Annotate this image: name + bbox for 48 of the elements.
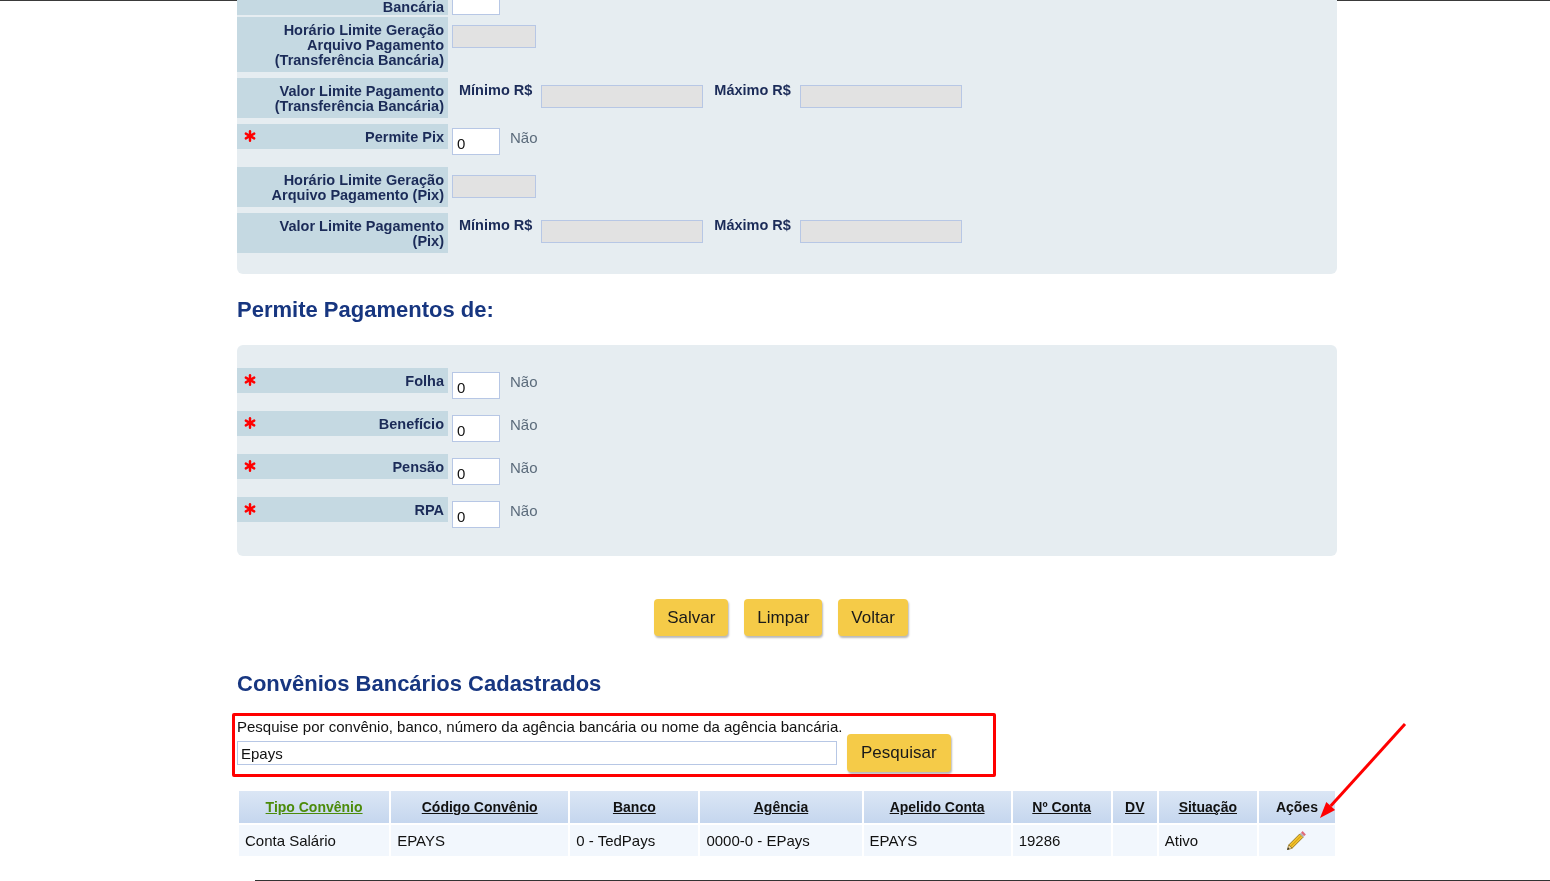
input-field[interactable]: 0 [452, 128, 500, 155]
field-label: Mínimo R$ [459, 217, 533, 234]
field-label: Valor Limite Pagamento (Pix) [278, 219, 444, 249]
input-field[interactable]: 0 [452, 501, 500, 528]
sort-link[interactable]: Apelido Conta [889, 799, 985, 815]
search-button[interactable]: Pesquisar [847, 734, 951, 772]
table-cell: 0 - TedPays [570, 825, 699, 856]
value-text: Não [510, 502, 538, 519]
input-field[interactable]: 0 [452, 458, 500, 485]
field-label: Bancária [382, 0, 444, 15]
field-label: Máximo R$ [714, 82, 791, 99]
field-label: Máximo R$ [714, 217, 791, 234]
field-label: Valor Limite Pagamento (Transferência Bancária) [273, 84, 444, 114]
sort-link[interactable]: Banco [612, 799, 656, 815]
input-field[interactable]: 0 [452, 372, 500, 399]
form-button[interactable]: Limpar [744, 599, 823, 636]
value-text: Não [510, 373, 538, 390]
input-field[interactable]: 0 [452, 415, 500, 442]
table-cell: Conta Salário [239, 825, 390, 856]
table-cell: EPAYS [863, 825, 1011, 856]
field-label: Horário Limite Geração Arquivo Pagamento (Transferência Bancária) [273, 23, 444, 68]
sort-link[interactable]: Código Convênio [421, 799, 538, 815]
value-text: Não [510, 416, 538, 433]
field-label: Pensão [392, 460, 444, 475]
column-title: Ações [1275, 799, 1318, 815]
field-label: Permite Pix [365, 130, 444, 145]
field-label: Mínimo R$ [459, 82, 533, 99]
search-field[interactable]: Epays [237, 741, 837, 765]
table-cell: EPAYS [391, 825, 569, 856]
sort-link[interactable]: Agência [753, 799, 809, 815]
table-cell: 0000-0 - EPays [700, 825, 862, 856]
sort-link[interactable]: Situação [1178, 799, 1237, 815]
pencil-icon[interactable] [1287, 831, 1307, 851]
field-label: RPA [414, 503, 444, 518]
search-instructions: Pesquise por convênio, banco, número da agência bancária ou nome da agência bancária. [237, 718, 844, 735]
table-cell: 19286 [1012, 825, 1111, 856]
form-button[interactable]: Salvar [654, 599, 729, 636]
value-text: Não [510, 129, 538, 146]
form-button[interactable]: Voltar [838, 599, 908, 636]
section-heading: Permite Pagamentos de: [237, 297, 495, 323]
sort-link[interactable]: Nº Conta [1032, 799, 1092, 815]
field-label: Benefício [378, 417, 444, 432]
value-text: Não [510, 459, 538, 476]
field-label: Horário Limite Geração Arquivo Pagamento (Pix) [270, 173, 444, 203]
sort-link[interactable]: DV [1125, 799, 1145, 815]
section-heading: Convênios Bancários Cadastrados [237, 671, 603, 697]
table-cell: Ativo [1158, 825, 1257, 856]
field-label: Folha [405, 374, 444, 389]
